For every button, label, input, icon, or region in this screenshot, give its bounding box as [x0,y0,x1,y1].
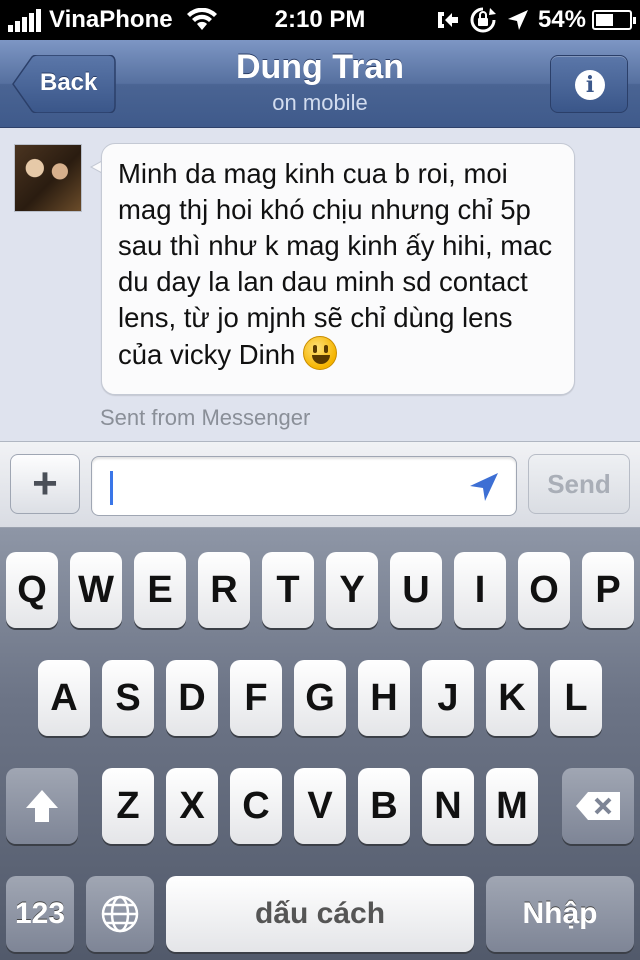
avatar[interactable] [14,144,82,212]
message-thread[interactable]: Minh da mag kinh cua b roi, moi mag thj … [0,129,640,441]
battery-percent: 54% [537,6,586,33]
key-v[interactable]: V [294,768,346,844]
backspace-icon [576,792,620,820]
compose-bar: + Send [0,441,640,528]
location-share-icon[interactable] [468,471,500,503]
key-x[interactable]: X [166,768,218,844]
status-bar: VinaPhone 2:10 PM 54% [0,0,640,40]
key-a[interactable]: A [38,660,90,736]
key-l[interactable]: L [550,660,602,736]
globe-icon [101,895,139,933]
location-arrow-icon [507,10,528,30]
shift-key[interactable] [6,768,78,844]
key-q[interactable]: Q [6,552,58,628]
message-text-block: Minh da mag kinh cua b roi, moi mag thj … [118,156,562,373]
key-e[interactable]: E [134,552,186,628]
key-t[interactable]: T [262,552,314,628]
battery-icon [592,10,636,30]
attach-plus-button[interactable]: + [10,454,80,514]
keyboard: QWERTYUIOP ASDFGHJKL ZXCVBNM 123 dấu các… [0,528,640,960]
battery-fill [596,14,613,26]
key-j[interactable]: J [422,660,474,736]
nav-bar: Back Dung Tran on mobile i [0,40,640,128]
info-icon: i [575,70,605,100]
language-key[interactable] [86,876,154,952]
key-p[interactable]: P [582,552,634,628]
shift-arrow-icon [26,790,58,822]
info-button[interactable]: i [550,55,628,113]
message-text: Minh da mag kinh cua b roi, moi mag thj … [118,158,553,370]
status-right: 54% [434,6,636,34]
key-d[interactable]: D [166,660,218,736]
key-k[interactable]: K [486,660,538,736]
key-f[interactable]: F [230,660,282,736]
message-bubble[interactable]: Minh da mag kinh cua b roi, moi mag thj … [101,143,575,395]
back-button[interactable]: Back [12,55,116,113]
send-button[interactable]: Send [528,454,630,514]
contact-name: Dung Tran [235,48,405,86]
rotation-lock-icon [470,7,496,33]
key-r[interactable]: R [198,552,250,628]
key-w[interactable]: W [70,552,122,628]
smiley-emoji-icon [303,336,338,370]
contact-status: on mobile [272,90,368,115]
call-forward-icon [437,12,458,28]
numbers-key[interactable]: 123 [6,876,74,952]
delete-key[interactable] [562,768,634,844]
key-y[interactable]: Y [326,552,378,628]
key-o[interactable]: O [518,552,570,628]
key-c[interactable]: C [230,768,282,844]
key-m[interactable]: M [486,768,538,844]
message-input[interactable] [91,456,517,516]
key-s[interactable]: S [102,660,154,736]
key-i[interactable]: I [454,552,506,628]
space-key[interactable]: dấu cách [166,876,474,952]
return-key[interactable]: Nhập [486,876,634,952]
sent-from-label: Sent from Messenger [100,405,311,430]
key-b[interactable]: B [358,768,410,844]
text-cursor [110,471,113,505]
key-h[interactable]: H [358,660,410,736]
key-n[interactable]: N [422,768,474,844]
back-button-label: Back [40,69,98,96]
key-u[interactable]: U [390,552,442,628]
key-g[interactable]: G [294,660,346,736]
key-z[interactable]: Z [102,768,154,844]
